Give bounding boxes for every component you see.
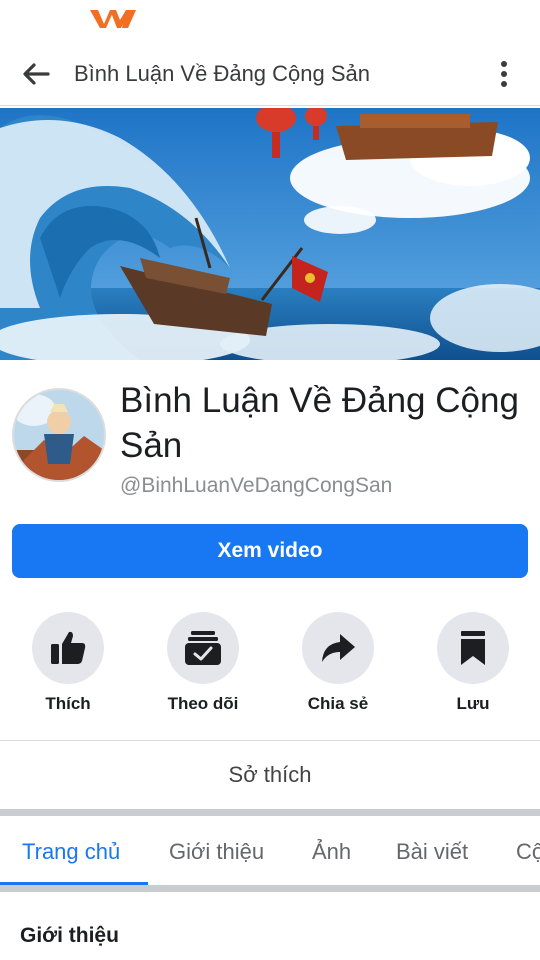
tab-home[interactable]: Trang chủ (22, 839, 120, 865)
like-label: Thích (45, 694, 91, 713)
tab-posts[interactable]: Bài viết (396, 839, 468, 865)
interests-link[interactable]: Sở thích (0, 741, 540, 809)
like-icon-circle (32, 612, 104, 684)
follow-label: Theo dõi (167, 694, 239, 713)
app-bar-title: Bình Luận Về Đảng Cộng Sản (74, 61, 371, 86)
carrier-logo-icon (90, 10, 136, 28)
profile-picture[interactable] (12, 388, 106, 482)
share-icon-circle (302, 612, 374, 684)
follow-inbox-icon (185, 631, 221, 665)
page-handle: @BinhLuanVeDangCongSan (120, 474, 393, 497)
share-label: Chia sẻ (307, 694, 369, 713)
tab-photos[interactable]: Ảnh (312, 839, 351, 865)
like-button[interactable]: Thích (8, 612, 128, 714)
save-icon-circle (437, 612, 509, 684)
save-button[interactable]: Lưu (413, 612, 533, 714)
cover-image-ship-waves (0, 108, 540, 360)
more-vertical-icon (501, 61, 507, 87)
tab-community[interactable]: Cộ (516, 839, 540, 865)
share-arrow-icon (322, 634, 355, 662)
save-label: Lưu (456, 694, 490, 713)
share-button[interactable]: Chia sẻ (278, 612, 398, 714)
page-actions-row: Thích Theo dõi Chia sẻ Lưu (0, 612, 540, 722)
page-name: Bình Luận Về Đảng Cộng Sản (120, 381, 519, 465)
section-divider (0, 885, 540, 892)
app-bar: Bình Luận Về Đảng Cộng Sản (0, 40, 540, 106)
cover-photo[interactable] (0, 108, 540, 360)
follow-button[interactable]: Theo dõi (143, 612, 263, 714)
back-arrow-icon (23, 63, 50, 85)
thumbs-up-icon (51, 631, 86, 664)
more-options-button[interactable] (486, 56, 522, 92)
tab-about[interactable]: Giới thiệu (169, 839, 264, 865)
about-section-title: Giới thiệu (20, 924, 119, 947)
bookmark-icon (461, 631, 485, 665)
watch-video-button[interactable]: Xem video (12, 524, 528, 578)
profile-avatar-image (14, 390, 104, 480)
page-tabs: Trang chủ Giới thiệu Ảnh Bài viết Cộ (0, 816, 540, 886)
follow-icon-circle (167, 612, 239, 684)
section-divider (0, 809, 540, 816)
back-button[interactable] (14, 54, 58, 94)
status-bar (0, 0, 540, 40)
